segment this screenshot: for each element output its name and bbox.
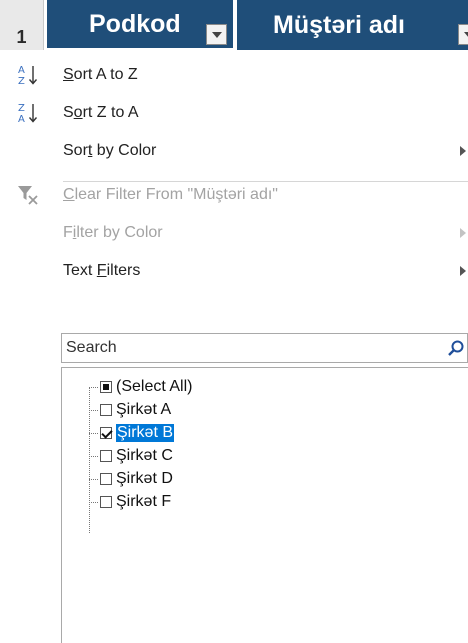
checkbox[interactable] — [100, 450, 112, 462]
column-header-row: 1 Podkod Müştəri adı — [0, 0, 468, 50]
submenu-arrow-icon — [460, 266, 466, 276]
menu-item-label: Sort by Color — [63, 142, 157, 159]
svg-text:A: A — [18, 114, 25, 125]
row-number: 1 — [0, 0, 44, 50]
menu-item-filter-by-color[interactable]: Filter by Color — [0, 214, 468, 252]
search-input[interactable]: Search — [61, 333, 468, 363]
clear-filter-icon — [18, 186, 38, 205]
list-item-label: Şirkət F — [116, 493, 172, 510]
list-item[interactable]: Şirkət D — [89, 468, 173, 490]
filter-value-list: (Select All) Şirkət A Şirkət B Şirkət C … — [61, 367, 468, 643]
menu-item-sort-z-to-a[interactable]: Z A Sort Z to A — [0, 94, 468, 132]
menu-item-label: Sort Z to A — [63, 104, 139, 121]
sort-ascending-icon: A Z — [18, 65, 38, 87]
list-item[interactable]: Şirkət B — [89, 422, 176, 444]
list-item[interactable]: Şirkət A — [89, 399, 171, 421]
menu-item-text-filters[interactable]: Text Filters — [0, 252, 468, 290]
column-header-label: Müştəri adı — [273, 10, 405, 39]
submenu-arrow-icon — [460, 146, 466, 156]
submenu-arrow-icon — [460, 228, 466, 238]
list-item[interactable]: Şirkət F — [89, 491, 171, 513]
menu-item-label: Text Filters — [63, 262, 141, 279]
sort-descending-icon: Z A — [18, 103, 38, 125]
filter-dropdown-button[interactable] — [458, 24, 468, 45]
checkbox[interactable] — [100, 404, 112, 416]
list-item-select-all[interactable]: (Select All) — [89, 376, 192, 398]
svg-text:Z: Z — [18, 76, 25, 87]
menu-item-label: Clear Filter From "Müştəri adı" — [63, 186, 278, 203]
list-item-label: Şirkət C — [116, 447, 173, 464]
search-icon — [448, 340, 464, 356]
list-item-label: Şirkət A — [116, 401, 172, 418]
chevron-down-icon — [463, 31, 468, 38]
svg-text:Z: Z — [18, 103, 25, 114]
search-placeholder: Search — [66, 339, 117, 356]
checkbox[interactable] — [100, 473, 112, 485]
checkbox[interactable] — [100, 427, 112, 439]
chevron-down-icon — [211, 31, 222, 38]
list-item-label: Şirkət B — [114, 423, 176, 443]
checkbox[interactable] — [100, 496, 112, 508]
menu-item-label: Sort A to Z — [63, 66, 138, 83]
column-header-musteri-adi[interactable]: Müştəri adı — [237, 0, 468, 50]
list-item[interactable]: Şirkət C — [89, 445, 173, 467]
filter-menu: A Z Sort A to Z Z A Sort Z to A Sort by … — [0, 56, 468, 290]
list-item-label: Şirkət D — [116, 470, 173, 487]
checkbox[interactable] — [100, 381, 112, 393]
menu-item-sort-a-to-z[interactable]: A Z Sort A to Z — [0, 56, 468, 94]
menu-item-clear-filter[interactable]: Clear Filter From "Müştəri adı" — [0, 176, 468, 214]
list-item-label: (Select All) — [116, 378, 193, 395]
menu-item-label: Filter by Color — [63, 224, 163, 241]
menu-item-sort-by-color[interactable]: Sort by Color — [0, 132, 468, 170]
svg-text:A: A — [18, 65, 25, 76]
column-header-label: Podkod — [89, 9, 181, 38]
filter-dropdown-button[interactable] — [206, 24, 227, 45]
